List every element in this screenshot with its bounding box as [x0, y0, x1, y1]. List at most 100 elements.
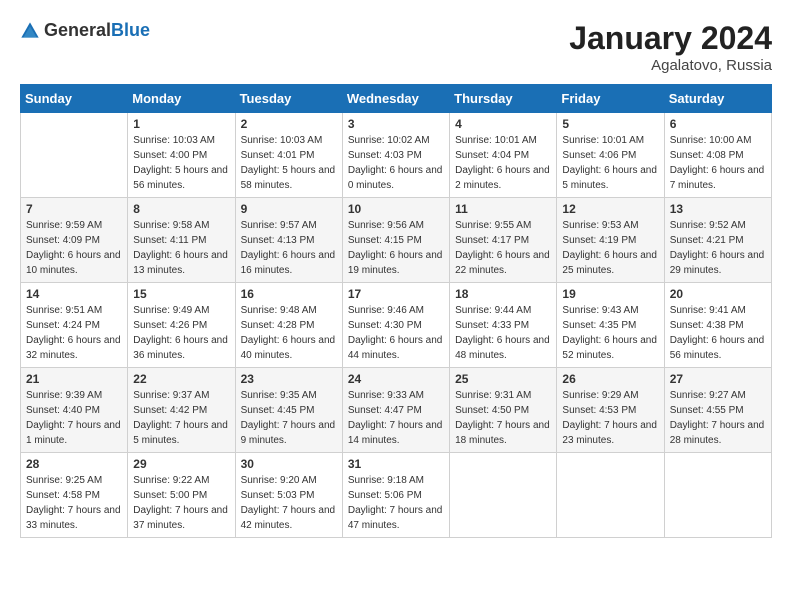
calendar-cell: 14 Sunrise: 9:51 AMSunset: 4:24 PMDayligh…	[21, 283, 128, 368]
calendar-cell: 1 Sunrise: 10:03 AMSunset: 4:00 PMDayligh…	[128, 113, 235, 198]
calendar-week-5: 28Sunrise: 9:25 AMSunset: 4:58 PMDayligh…	[21, 453, 772, 538]
calendar-cell: 28Sunrise: 9:25 AMSunset: 4:58 PMDayligh…	[21, 453, 128, 538]
day-header-sunday: Sunday	[21, 85, 128, 113]
day-number: 25	[455, 372, 551, 386]
calendar-cell: 4 Sunrise: 10:01 AMSunset: 4:04 PMDayligh…	[450, 113, 557, 198]
day-info: Sunrise: 9:22 AMSunset: 5:00 PMDaylight:…	[133, 473, 229, 533]
day-number: 10	[348, 202, 444, 216]
day-info: Sunrise: 9:44 AMSunset: 4:33 PMDaylight:…	[455, 303, 551, 363]
day-number: 31	[348, 457, 444, 471]
calendar-cell: 31 Sunrise: 9:18 AMSunset: 5:06 PMDayligh…	[342, 453, 449, 538]
days-of-week-row: SundayMondayTuesdayWednesdayThursdayFrid…	[21, 85, 772, 113]
title-block: January 2024 Agalatovo, Russia	[569, 20, 772, 74]
day-number: 15	[133, 287, 229, 301]
calendar-header: SundayMondayTuesdayWednesdayThursdayFrid…	[21, 85, 772, 113]
calendar-cell: 27 Sunrise: 9:27 AMSunset: 4:55 PMDayligh…	[664, 368, 771, 453]
calendar-cell: 17Sunrise: 9:46 AMSunset: 4:30 PMDayligh…	[342, 283, 449, 368]
day-number: 12	[562, 202, 658, 216]
day-info: Sunrise: 9:51 AMSunset: 4:24 PMDaylight:…	[26, 303, 122, 363]
day-header-monday: Monday	[128, 85, 235, 113]
calendar-cell: 5 Sunrise: 10:01 AMSunset: 4:06 PMDayligh…	[557, 113, 664, 198]
logo-icon	[20, 21, 40, 41]
calendar-cell	[21, 113, 128, 198]
calendar-cell: 13Sunrise: 9:52 AMSunset: 4:21 PMDayligh…	[664, 198, 771, 283]
calendar-cell	[450, 453, 557, 538]
day-number: 13	[670, 202, 766, 216]
calendar-cell: 9 Sunrise: 9:57 AMSunset: 4:13 PMDaylight…	[235, 198, 342, 283]
calendar-week-1: 1 Sunrise: 10:03 AMSunset: 4:00 PMDayligh…	[21, 113, 772, 198]
day-info: Sunrise: 9:39 AMSunset: 4:40 PMDaylight:…	[26, 388, 122, 448]
day-number: 9	[241, 202, 337, 216]
calendar-table: SundayMondayTuesdayWednesdayThursdayFrid…	[20, 84, 772, 538]
day-info: Sunrise: 9:48 AMSunset: 4:28 PMDaylight:…	[241, 303, 337, 363]
day-number: 2	[241, 117, 337, 131]
calendar-cell: 21 Sunrise: 9:39 AMSunset: 4:40 PMDayligh…	[21, 368, 128, 453]
calendar-week-3: 14 Sunrise: 9:51 AMSunset: 4:24 PMDayligh…	[21, 283, 772, 368]
calendar-cell: 16 Sunrise: 9:48 AMSunset: 4:28 PMDayligh…	[235, 283, 342, 368]
day-number: 29	[133, 457, 229, 471]
calendar-week-2: 7 Sunrise: 9:59 AMSunset: 4:09 PMDaylight…	[21, 198, 772, 283]
day-number: 1	[133, 117, 229, 131]
calendar-cell: 11Sunrise: 9:55 AMSunset: 4:17 PMDayligh…	[450, 198, 557, 283]
day-info: Sunrise: 9:33 AMSunset: 4:47 PMDaylight:…	[348, 388, 444, 448]
day-info: Sunrise: 9:37 AMSunset: 4:42 PMDaylight:…	[133, 388, 229, 448]
calendar-cell: 12Sunrise: 9:53 AMSunset: 4:19 PMDayligh…	[557, 198, 664, 283]
day-number: 16	[241, 287, 337, 301]
day-number: 11	[455, 202, 551, 216]
day-number: 20	[670, 287, 766, 301]
calendar-cell	[664, 453, 771, 538]
day-number: 17	[348, 287, 444, 301]
calendar-cell: 3Sunrise: 10:02 AMSunset: 4:03 PMDayligh…	[342, 113, 449, 198]
day-number: 7	[26, 202, 122, 216]
day-info: Sunrise: 10:00 AMSunset: 4:08 PMDaylight…	[670, 133, 766, 193]
logo-blue-text: Blue	[111, 20, 150, 40]
day-number: 30	[241, 457, 337, 471]
calendar-cell: 8 Sunrise: 9:58 AMSunset: 4:11 PMDaylight…	[128, 198, 235, 283]
calendar-cell: 6Sunrise: 10:00 AMSunset: 4:08 PMDayligh…	[664, 113, 771, 198]
day-info: Sunrise: 9:35 AMSunset: 4:45 PMDaylight:…	[241, 388, 337, 448]
day-number: 4	[455, 117, 551, 131]
calendar-cell: 26Sunrise: 9:29 AMSunset: 4:53 PMDayligh…	[557, 368, 664, 453]
day-number: 19	[562, 287, 658, 301]
day-header-thursday: Thursday	[450, 85, 557, 113]
calendar-cell: 20 Sunrise: 9:41 AMSunset: 4:38 PMDayligh…	[664, 283, 771, 368]
day-number: 14	[26, 287, 122, 301]
day-info: Sunrise: 9:43 AMSunset: 4:35 PMDaylight:…	[562, 303, 658, 363]
day-header-tuesday: Tuesday	[235, 85, 342, 113]
calendar-cell: 24 Sunrise: 9:33 AMSunset: 4:47 PMDayligh…	[342, 368, 449, 453]
day-info: Sunrise: 9:18 AMSunset: 5:06 PMDaylight:…	[348, 473, 444, 533]
calendar-cell: 30Sunrise: 9:20 AMSunset: 5:03 PMDayligh…	[235, 453, 342, 538]
page-header: GeneralBlue January 2024 Agalatovo, Russ…	[20, 20, 772, 74]
day-info: Sunrise: 9:49 AMSunset: 4:26 PMDaylight:…	[133, 303, 229, 363]
day-number: 8	[133, 202, 229, 216]
day-info: Sunrise: 10:01 AMSunset: 4:06 PMDaylight…	[562, 133, 658, 193]
logo: GeneralBlue	[20, 20, 150, 41]
day-info: Sunrise: 10:03 AMSunset: 4:01 PMDaylight…	[241, 133, 337, 193]
day-info: Sunrise: 9:58 AMSunset: 4:11 PMDaylight:…	[133, 218, 229, 278]
day-info: Sunrise: 9:59 AMSunset: 4:09 PMDaylight:…	[26, 218, 122, 278]
day-info: Sunrise: 9:31 AMSunset: 4:50 PMDaylight:…	[455, 388, 551, 448]
day-info: Sunrise: 9:27 AMSunset: 4:55 PMDaylight:…	[670, 388, 766, 448]
day-number: 5	[562, 117, 658, 131]
day-info: Sunrise: 9:41 AMSunset: 4:38 PMDaylight:…	[670, 303, 766, 363]
day-info: Sunrise: 9:56 AMSunset: 4:15 PMDaylight:…	[348, 218, 444, 278]
calendar-cell: 22 Sunrise: 9:37 AMSunset: 4:42 PMDayligh…	[128, 368, 235, 453]
calendar-cell: 7 Sunrise: 9:59 AMSunset: 4:09 PMDaylight…	[21, 198, 128, 283]
day-number: 24	[348, 372, 444, 386]
day-info: Sunrise: 10:03 AMSunset: 4:00 PMDaylight…	[133, 133, 229, 193]
day-number: 22	[133, 372, 229, 386]
day-number: 27	[670, 372, 766, 386]
calendar-cell: 23Sunrise: 9:35 AMSunset: 4:45 PMDayligh…	[235, 368, 342, 453]
calendar-cell: 18 Sunrise: 9:44 AMSunset: 4:33 PMDayligh…	[450, 283, 557, 368]
day-info: Sunrise: 9:57 AMSunset: 4:13 PMDaylight:…	[241, 218, 337, 278]
day-number: 21	[26, 372, 122, 386]
calendar-cell: 10 Sunrise: 9:56 AMSunset: 4:15 PMDayligh…	[342, 198, 449, 283]
location-subtitle: Agalatovo, Russia	[569, 57, 772, 74]
day-info: Sunrise: 10:02 AMSunset: 4:03 PMDaylight…	[348, 133, 444, 193]
day-number: 28	[26, 457, 122, 471]
calendar-body: 1 Sunrise: 10:03 AMSunset: 4:00 PMDayligh…	[21, 113, 772, 538]
day-info: Sunrise: 10:01 AMSunset: 4:04 PMDaylight…	[455, 133, 551, 193]
calendar-cell: 29 Sunrise: 9:22 AMSunset: 5:00 PMDayligh…	[128, 453, 235, 538]
day-number: 18	[455, 287, 551, 301]
calendar-week-4: 21 Sunrise: 9:39 AMSunset: 4:40 PMDayligh…	[21, 368, 772, 453]
